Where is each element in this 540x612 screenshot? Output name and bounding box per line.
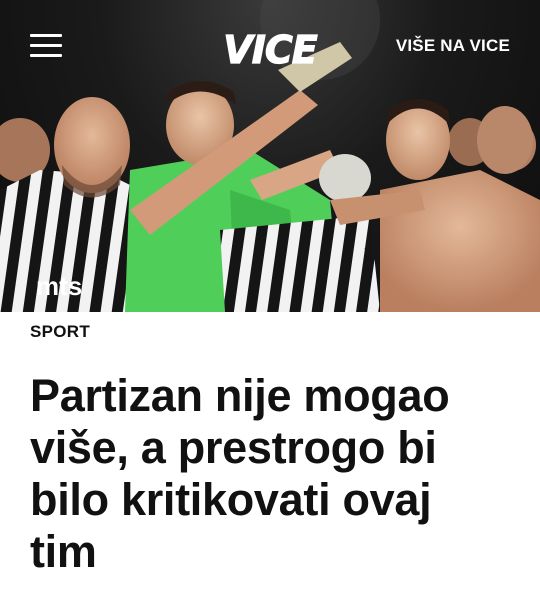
shirt-sponsor-text: mts xyxy=(36,271,82,301)
hero-image[interactable]: mts VICE VIŠE NA VICE xyxy=(0,0,540,312)
hamburger-menu-icon[interactable] xyxy=(30,34,62,58)
vice-logo[interactable]: VICE xyxy=(203,24,337,72)
svg-text:VICE: VICE xyxy=(223,28,317,72)
article-title[interactable]: Partizan nije mogao više, a prestrogo bi… xyxy=(30,370,500,578)
more-on-vice-link[interactable]: VIŠE NA VICE xyxy=(396,36,510,56)
top-navigation-bar: VICE VIŠE NA VICE xyxy=(0,0,540,90)
article-category-label[interactable]: SPORT xyxy=(30,322,90,342)
